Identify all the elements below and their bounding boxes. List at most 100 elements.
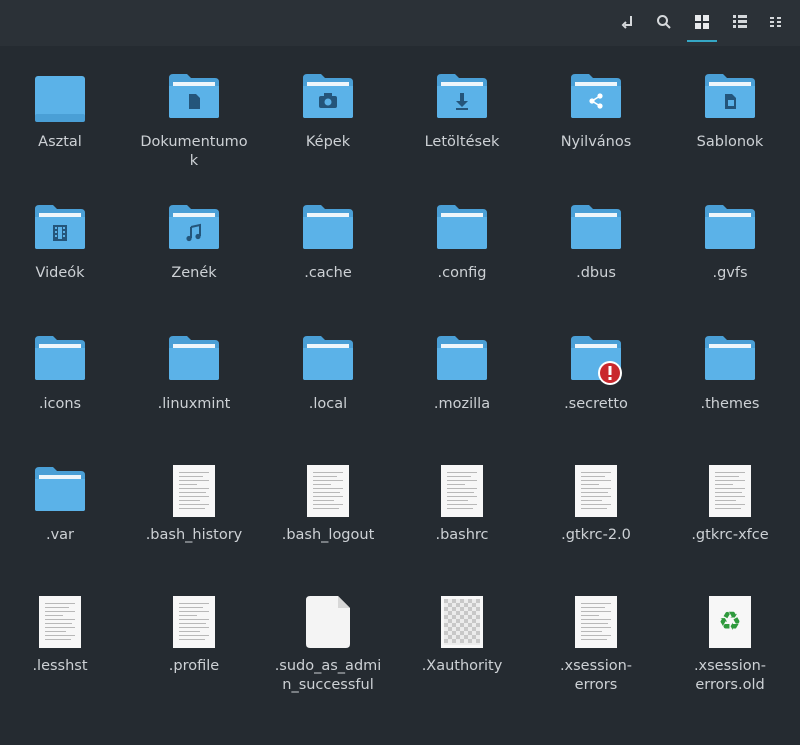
file-name-label: .gvfs: [712, 265, 748, 281]
file-name-label: .gtkrc-2.0: [561, 527, 631, 543]
file-item[interactable]: Nyilvános: [534, 66, 658, 152]
icon-view-icon: [695, 15, 709, 29]
file-icon-wrap: [534, 328, 658, 386]
file-name-label: .secretto: [564, 396, 628, 412]
file-item[interactable]: Letöltések: [400, 66, 524, 152]
file-name-label: .cache: [304, 265, 352, 281]
file-name-label: .gtkrc-xfce: [691, 527, 769, 543]
folder-icon: [569, 332, 623, 386]
file-item[interactable]: .mozilla: [400, 328, 524, 414]
file-icon-wrap: [534, 590, 658, 648]
search-button[interactable]: [647, 8, 681, 36]
file-icon-wrap: [400, 328, 524, 386]
file-item[interactable]: .profile: [132, 590, 256, 676]
toolbar: [0, 0, 800, 46]
text-file-icon: [307, 465, 349, 517]
image-file-icon: [441, 596, 483, 648]
location-toggle-button[interactable]: [611, 8, 645, 36]
file-name-label: .linuxmint: [157, 396, 231, 412]
file-icon-wrap: [266, 590, 390, 648]
file-item[interactable]: .bashrc: [400, 459, 524, 545]
file-item[interactable]: .lesshst: [0, 590, 122, 676]
text-file-icon: [173, 465, 215, 517]
file-name-label: Asztal: [38, 134, 82, 150]
file-icon-wrap: [132, 459, 256, 517]
file-name-label: Sablonok: [696, 134, 764, 150]
file-name-label: .var: [45, 527, 75, 543]
file-item[interactable]: Zenék: [132, 197, 256, 283]
text-file-icon: [173, 596, 215, 648]
file-name-label: .lesshst: [32, 658, 88, 674]
file-item[interactable]: Dokumentumok: [132, 66, 256, 171]
list-view-button[interactable]: [723, 8, 757, 36]
file-item[interactable]: .var: [0, 459, 122, 545]
file-name-label: .config: [437, 265, 487, 281]
file-icon-wrap: [0, 66, 122, 124]
folder-icon: [703, 332, 757, 386]
file-icon-wrap: [266, 328, 390, 386]
file-name-label: .bashrc: [435, 527, 489, 543]
compact-view-button[interactable]: [759, 8, 793, 36]
file-name-label: Videók: [35, 265, 85, 281]
file-icon-wrap: [400, 197, 524, 255]
file-item[interactable]: .gvfs: [668, 197, 792, 283]
file-name-label: .themes: [700, 396, 760, 412]
text-file-icon: [709, 465, 751, 517]
file-icon-wrap: [668, 197, 792, 255]
recycle-icon: ♻: [718, 607, 742, 637]
file-item[interactable]: .gtkrc-xfce: [668, 459, 792, 545]
text-file-icon: [39, 596, 81, 648]
file-icon-wrap: [132, 197, 256, 255]
folder-icon: [435, 70, 489, 124]
folder-icon: [35, 76, 85, 122]
search-icon: [657, 15, 671, 29]
file-item[interactable]: .secretto: [534, 328, 658, 414]
file-item[interactable]: Videók: [0, 197, 122, 283]
file-name-label: Nyilvános: [560, 134, 632, 150]
file-item[interactable]: .config: [400, 197, 524, 283]
file-icon-wrap: [266, 66, 390, 124]
file-name-label: .bash_logout: [281, 527, 375, 543]
file-item[interactable]: .icons: [0, 328, 122, 414]
file-item[interactable]: Sablonok: [668, 66, 792, 152]
file-icon-wrap: [534, 66, 658, 124]
file-icon-wrap: [400, 66, 524, 124]
file-item[interactable]: .local: [266, 328, 390, 414]
folder-icon: [33, 201, 87, 255]
file-icon-wrap: [0, 459, 122, 517]
icon-view-button[interactable]: [685, 8, 719, 42]
file-item[interactable]: .Xauthority: [400, 590, 524, 676]
folder-icon: [301, 332, 355, 386]
file-grid: Asztal Dokumentumok Képek Letöltések Nyi…: [0, 46, 800, 745]
file-icon-wrap: [0, 197, 122, 255]
file-item[interactable]: .gtkrc-2.0: [534, 459, 658, 545]
file-name-label: Letöltések: [424, 134, 500, 150]
file-icon-wrap: [266, 459, 390, 517]
folder-icon: [167, 332, 221, 386]
file-item[interactable]: .sudo_as_admin_successful: [266, 590, 390, 695]
file-item[interactable]: ♻ .xsession-errors.old: [668, 590, 792, 695]
folder-icon: [569, 201, 623, 255]
folder-icon: [703, 201, 757, 255]
text-file-icon: [441, 465, 483, 517]
file-item[interactable]: .cache: [266, 197, 390, 283]
file-item[interactable]: Képek: [266, 66, 390, 152]
recycle-file-icon: ♻: [709, 596, 751, 648]
folder-icon: [33, 332, 87, 386]
file-item[interactable]: .linuxmint: [132, 328, 256, 414]
empty-file-icon: [306, 596, 350, 648]
file-item[interactable]: Asztal: [0, 66, 122, 152]
file-item[interactable]: .bash_history: [132, 459, 256, 545]
file-name-label: .xsession-errors: [559, 658, 633, 693]
file-icon-wrap: [400, 590, 524, 648]
file-item[interactable]: .dbus: [534, 197, 658, 283]
file-icon-wrap: [132, 590, 256, 648]
file-item[interactable]: .xsession-errors: [534, 590, 658, 695]
file-icon-wrap: ♻: [668, 590, 792, 648]
file-item[interactable]: .bash_logout: [266, 459, 390, 545]
error-emblem-icon: [598, 361, 622, 385]
list-view-icon: [733, 15, 747, 28]
folder-icon: [569, 70, 623, 124]
file-item[interactable]: .themes: [668, 328, 792, 414]
folder-icon: [703, 70, 757, 124]
